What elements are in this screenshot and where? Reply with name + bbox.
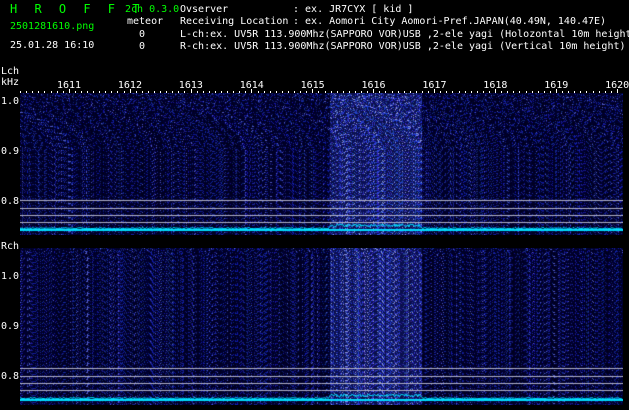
lch-info: L-ch:ex. UV5R 113.900Mhz(SAPPORO VOR)USB… — [180, 29, 629, 40]
observer-label: Ovserver — [180, 4, 229, 15]
lch-y-label-1: 1.0 — [1, 96, 20, 107]
lch-y-label-3: 0.8 — [1, 196, 20, 207]
meteor-count-lch: 0 — [139, 29, 146, 40]
observer-value: : ex. JR7CYX [ kid ] — [293, 4, 414, 15]
khz-label: kHz — [1, 77, 20, 88]
meteor-label: meteor — [127, 16, 164, 27]
rch-spectrogram — [20, 248, 623, 405]
rch-label: Rch — [1, 241, 20, 252]
lch-y-label-2: 0.9 — [1, 146, 20, 157]
rch-y-label-2: 0.9 — [1, 321, 20, 332]
location-value: : ex. Aomori City Aomori-Pref.JAPAN(40.4… — [293, 16, 607, 27]
datetime-label: 25.01.28 16:10 — [10, 40, 95, 51]
filename-label: 2501281610.png — [10, 21, 95, 32]
lch-spectrogram — [20, 93, 623, 235]
lch-label: Lch — [1, 66, 20, 77]
meteor-count-rch: 0 — [139, 41, 146, 52]
mode-label: 2ch 0.3.0 — [125, 4, 180, 15]
rch-y-label-3: 0.8 — [1, 371, 20, 382]
rch-y-label-1: 1.0 — [1, 271, 20, 282]
location-label: Receiving Location — [180, 16, 289, 27]
rch-info: R-ch:ex. UV5R 113.900Mhz(SAPPORO VOR)USB… — [180, 41, 626, 52]
